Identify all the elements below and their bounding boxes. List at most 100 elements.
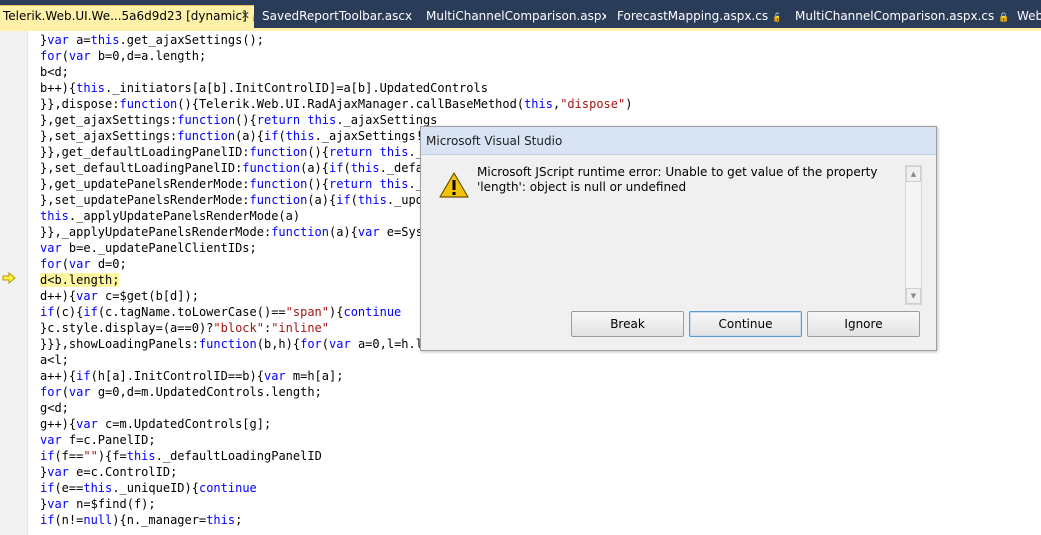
tab-label: MultiChannelComparison.aspx bbox=[426, 9, 606, 23]
keyword-token: if bbox=[40, 449, 55, 463]
keyword-token: this bbox=[307, 113, 337, 127]
code-token: a= bbox=[68, 33, 91, 47]
keyword-token: function bbox=[242, 161, 301, 175]
code-token: }c.style.display=(a==0)? bbox=[40, 321, 214, 335]
keyword-token: this bbox=[90, 33, 120, 47]
code-token: ( bbox=[61, 257, 69, 271]
code-token: b=e._updatePanelClientIDs; bbox=[61, 241, 257, 255]
code-line: a++){if(h[a].InitControlID==b){var m=h[a… bbox=[40, 368, 632, 384]
code-token: (h[a].InitControlID==b){ bbox=[90, 369, 264, 383]
code-token: g=0,d=m.UpdatedControls.length; bbox=[90, 385, 322, 399]
code-token: (n!= bbox=[54, 513, 84, 527]
keyword-token: var bbox=[76, 417, 98, 431]
keyword-token: this bbox=[206, 513, 236, 527]
code-token: .get_ajaxSettings(); bbox=[119, 33, 265, 47]
code-token: ){n._manager= bbox=[112, 513, 207, 527]
code-line: g++){var c=m.UpdatedControls[g]; bbox=[40, 416, 632, 432]
code-token: (e== bbox=[54, 481, 84, 495]
code-token: (a){ bbox=[235, 129, 264, 143]
error-dialog: Microsoft Visual Studio Microsoft JScrip… bbox=[420, 126, 937, 351]
keyword-token: var bbox=[68, 257, 91, 271]
code-token: d++){ bbox=[40, 289, 77, 303]
code-token: },set_defaultLoadingPanelID: bbox=[40, 161, 243, 175]
code-token: (){ bbox=[307, 177, 329, 191]
code-token: ){f= bbox=[97, 449, 127, 463]
code-token: },set_ajaxSettings: bbox=[40, 129, 178, 143]
code-token: (f== bbox=[54, 449, 84, 463]
code-token: },get_ajaxSettings: bbox=[40, 113, 178, 127]
tab-multichannel-comparison-aspx[interactable]: MultiChannelComparison.aspx bbox=[426, 6, 606, 28]
code-token: }},get_defaultLoadingPanelID: bbox=[40, 145, 250, 159]
keyword-token: if bbox=[83, 305, 98, 319]
code-token: ._initiators[a[b].InitControlID]=a[b].Up… bbox=[105, 81, 488, 95]
code-token: ._defaultLoadingPanelID bbox=[155, 449, 322, 463]
code-line: b<d; bbox=[40, 64, 632, 80]
keyword-token: var bbox=[68, 49, 91, 63]
tab-label: Telerik.Web.UI.We...5a6d9d23 [dynamic] bbox=[3, 9, 247, 23]
close-tab-icon[interactable]: ✕ bbox=[241, 6, 250, 26]
message-scrollbar[interactable]: ▲ ▼ bbox=[905, 165, 922, 305]
code-line: if(n!=null){n._manager=this; bbox=[40, 512, 632, 528]
code-token: d<b.length; bbox=[40, 273, 120, 287]
string-token: "inline" bbox=[271, 321, 329, 335]
keyword-token: return bbox=[329, 145, 373, 159]
code-token: g++){ bbox=[40, 417, 77, 431]
code-token: }},dispose: bbox=[40, 97, 120, 111]
continue-button[interactable]: Continue bbox=[689, 311, 802, 337]
indicator-margin[interactable] bbox=[0, 31, 28, 535]
tab-multichannel-comparison-cs[interactable]: MultiChannelComparison.aspx.cs 🔒 bbox=[795, 6, 1013, 28]
keyword-token: continue bbox=[198, 481, 257, 495]
tab-label: SavedReportToolbar.ascx bbox=[262, 9, 412, 23]
keyword-token: this bbox=[83, 481, 113, 495]
keyword-token: if bbox=[329, 161, 344, 175]
keyword-token: function bbox=[249, 177, 308, 191]
current-statement-arrow-icon bbox=[2, 272, 16, 284]
keyword-token: var bbox=[76, 289, 98, 303]
code-token: }}},showLoadingPanels: bbox=[40, 337, 199, 351]
code-line: }var a=this.get_ajaxSettings(); bbox=[40, 32, 632, 48]
code-token: ; bbox=[235, 513, 243, 527]
string-token: "dispose" bbox=[560, 97, 626, 111]
scroll-up-icon[interactable]: ▲ bbox=[906, 166, 921, 182]
code-token: (a){ bbox=[300, 161, 329, 175]
keyword-token: var bbox=[357, 225, 380, 239]
code-token: c=m.UpdatedControls[g]; bbox=[97, 417, 272, 431]
code-token: ) bbox=[625, 97, 633, 111]
keyword-token: var bbox=[47, 33, 69, 47]
ignore-button[interactable]: Ignore bbox=[807, 311, 920, 337]
code-token: b=0,d=a.length; bbox=[90, 49, 207, 63]
code-token: m=h[a]; bbox=[285, 369, 344, 383]
tab-label: Web bbox=[1017, 9, 1041, 23]
break-button[interactable]: Break bbox=[571, 311, 684, 337]
code-token: ( bbox=[350, 193, 358, 207]
keyword-token: var bbox=[263, 369, 286, 383]
tab-telerik-dynamic[interactable]: Telerik.Web.UI.We...5a6d9d23 [dynamic]🔒 … bbox=[0, 5, 254, 28]
code-token: (c.tagName.toLowerCase()== bbox=[97, 305, 286, 319]
lock-icon: 🔒 bbox=[251, 13, 254, 23]
code-token: c=$get(b[d]); bbox=[97, 289, 199, 303]
code-token: ( bbox=[61, 385, 69, 399]
code-token: ._uniqueID){ bbox=[112, 481, 199, 495]
tab-forecast-mapping-cs[interactable]: ForecastMapping.aspx.cs 🔒 bbox=[617, 6, 779, 28]
code-line: var f=c.PanelID; bbox=[40, 432, 632, 448]
code-line: for(var b=0,d=a.length; bbox=[40, 48, 632, 64]
code-token: a<l; bbox=[40, 353, 69, 367]
keyword-token: null bbox=[83, 513, 113, 527]
code-token: f=c.PanelID; bbox=[61, 433, 156, 447]
code-line: for(var g=0,d=m.UpdatedControls.length; bbox=[40, 384, 632, 400]
keyword-token: if bbox=[40, 513, 55, 527]
tab-saved-report-toolbar[interactable]: SavedReportToolbar.ascx bbox=[262, 6, 412, 28]
keyword-token: this bbox=[40, 209, 69, 223]
dialog-title: Microsoft Visual Studio bbox=[421, 127, 936, 155]
tab-web[interactable]: Web bbox=[1017, 6, 1041, 28]
scroll-down-icon[interactable]: ▼ bbox=[906, 288, 921, 304]
keyword-token: var bbox=[47, 497, 69, 511]
code-line: }var n=$find(f); bbox=[40, 496, 632, 512]
keyword-token: function bbox=[249, 193, 308, 207]
code-token: (a){ bbox=[307, 193, 337, 207]
code-token: (a){ bbox=[328, 225, 358, 239]
code-token: ( bbox=[61, 49, 69, 63]
code-token: a++){ bbox=[40, 369, 77, 383]
keyword-token: if bbox=[336, 193, 351, 207]
string-token: "block" bbox=[213, 321, 264, 335]
